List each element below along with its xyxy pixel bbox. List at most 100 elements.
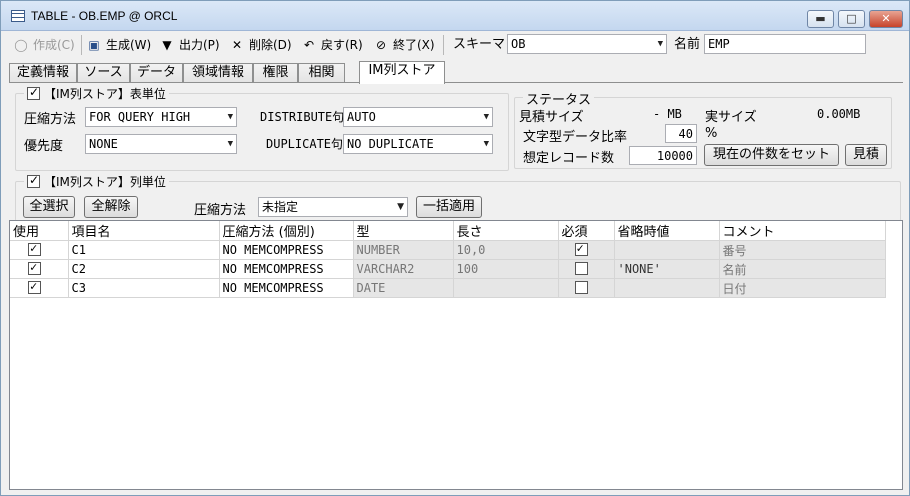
priority-label: 優先度 — [24, 139, 64, 154]
default-cell: 'NONE' — [614, 259, 720, 279]
header-use[interactable]: 使用 — [10, 221, 69, 241]
header-compression[interactable]: 圧縮方法 (個別) — [219, 221, 354, 241]
use-cell[interactable] — [10, 278, 69, 298]
schema-label: スキーマ — [453, 37, 506, 52]
status-group: ステータス 見積サイズ - MB 実サイズ 0.00MB 文字型データ比率 40… — [514, 89, 892, 169]
priority-select[interactable]: NONE ▼ — [85, 134, 237, 154]
column-name-cell[interactable]: C3 — [68, 278, 220, 298]
distribute-select[interactable]: AUTO ▼ — [343, 107, 493, 127]
dropdown-arrow-icon: ▼ — [483, 112, 489, 122]
dropdown-arrow-icon: ▼ — [227, 112, 233, 122]
distribute-label: DISTRIBUTE句 — [260, 110, 345, 124]
delete-button[interactable]: ✕ 削除(D) — [229, 35, 292, 55]
header-type[interactable]: 型 — [353, 221, 454, 241]
required-checkbox — [574, 281, 588, 294]
compression-cell[interactable]: NO MEMCOMPRESS — [219, 240, 354, 260]
table-row[interactable]: C2 NO MEMCOMPRESS VARCHAR2 100 'NONE' 名前 — [10, 259, 886, 279]
select-all-button[interactable]: 全選択 — [23, 196, 75, 218]
char-ratio-label: 文字型データ比率 — [523, 130, 628, 145]
schema-select[interactable]: OB ▼ — [507, 34, 667, 54]
tab-source[interactable]: ソース — [77, 63, 130, 83]
tab-privileges[interactable]: 権限 — [253, 63, 298, 83]
tab-dependencies[interactable]: 相関 — [298, 63, 345, 83]
compression-cell[interactable]: NO MEMCOMPRESS — [219, 259, 354, 279]
table-unit-checkbox[interactable] — [27, 85, 40, 100]
tab-im-column-store[interactable]: IM列ストア — [359, 61, 445, 84]
compression-cell[interactable]: NO MEMCOMPRESS — [219, 278, 354, 298]
table-unit-group: 【IM列ストア】表単位 圧縮方法 FOR QUERY HIGH ▼ DISTRI… — [15, 85, 509, 171]
header-required[interactable]: 必須 — [558, 221, 615, 241]
dropdown-arrow-icon: ▼ — [397, 202, 404, 212]
generate-button[interactable]: ▣ 生成(W) — [86, 35, 151, 55]
exit-button[interactable]: ⊘ 終了(X) — [373, 35, 435, 55]
table-row[interactable]: C1 NO MEMCOMPRESS NUMBER 10,0 番号 — [10, 240, 886, 260]
header-default[interactable]: 省略時値 — [614, 221, 720, 241]
dropdown-arrow-icon: ▼ — [657, 39, 663, 49]
default-cell — [614, 240, 720, 260]
output-button[interactable]: ▼ 出力(P) — [159, 35, 219, 55]
char-ratio-unit: % — [705, 126, 718, 141]
char-ratio-input[interactable]: 40 — [665, 124, 697, 143]
column-unit-group: 【IM列ストア】列単位 全選択 全解除 圧縮方法 未指定 ▼ 一括適用 — [15, 173, 901, 221]
table-icon — [11, 10, 25, 22]
use-checkbox[interactable] — [28, 241, 41, 256]
required-checkbox — [574, 262, 588, 275]
close-button[interactable]: ✕ — [869, 10, 903, 28]
dropdown-arrow-icon: ▼ — [227, 139, 233, 149]
toolbar-separator — [443, 35, 444, 55]
use-checkbox[interactable] — [28, 260, 41, 275]
estimate-size-value: - MB — [653, 107, 682, 121]
actual-size-value: 0.00MB — [817, 107, 861, 121]
duplicate-select[interactable]: NO DUPLICATE ▼ — [343, 134, 493, 154]
name-label: 名前 — [674, 37, 701, 52]
tab-data[interactable]: データ — [130, 63, 183, 83]
im-column-store-panel: 【IM列ストア】表単位 圧縮方法 FOR QUERY HIGH ▼ DISTRI… — [9, 82, 903, 221]
back-button[interactable]: ↶ 戻す(R) — [301, 35, 363, 55]
dropdown-arrow-icon: ▼ — [483, 139, 489, 149]
header-length[interactable]: 長さ — [453, 221, 559, 241]
set-current-count-button[interactable]: 現在の件数をセット — [704, 144, 839, 166]
comment-cell: 番号 — [719, 240, 886, 260]
column-compression-select[interactable]: 未指定 ▼ — [258, 197, 408, 217]
delete-icon: ✕ — [231, 38, 243, 52]
tab-storage[interactable]: 領域情報 — [183, 63, 253, 83]
record-count-input[interactable]: 10000 — [629, 146, 697, 165]
apply-all-button[interactable]: 一括適用 — [416, 196, 482, 218]
use-cell[interactable] — [10, 259, 69, 279]
estimate-button[interactable]: 見積 — [845, 144, 887, 166]
output-icon: ▼ — [162, 38, 172, 52]
column-name-cell[interactable]: C2 — [68, 259, 220, 279]
tab-definition[interactable]: 定義情報 — [9, 63, 77, 83]
comment-cell: 日付 — [719, 278, 886, 298]
deselect-all-button[interactable]: 全解除 — [84, 196, 138, 218]
column-unit-checkbox[interactable] — [27, 173, 40, 188]
type-cell: DATE — [353, 278, 454, 298]
type-cell: NUMBER — [353, 240, 454, 260]
header-comment[interactable]: コメント — [719, 221, 886, 241]
default-cell — [614, 278, 720, 298]
compression-select[interactable]: FOR QUERY HIGH ▼ — [85, 107, 237, 127]
length-cell: 10,0 — [453, 240, 559, 260]
undo-icon: ↶ — [303, 38, 315, 52]
length-cell: 100 — [453, 259, 559, 279]
duplicate-label: DUPLICATE句 — [266, 137, 344, 151]
actual-size-label: 実サイズ — [705, 110, 757, 125]
use-cell[interactable] — [10, 240, 69, 260]
column-unit-legend[interactable]: 【IM列ストア】列単位 — [24, 173, 169, 190]
table-unit-legend[interactable]: 【IM列ストア】表単位 — [24, 85, 169, 102]
estimate-size-label: 見積サイズ — [519, 110, 584, 125]
header-column-name[interactable]: 項目名 — [68, 221, 220, 241]
window-title: TABLE - OB.EMP @ ORCL — [31, 9, 178, 23]
table-editor-window: TABLE - OB.EMP @ ORCL ▬ □ ✕ ◯ 作成(C) ▣ 生成(W… — [0, 0, 910, 496]
use-checkbox[interactable] — [28, 279, 41, 294]
compression-label: 圧縮方法 — [24, 112, 77, 127]
maximize-button[interactable]: □ — [838, 10, 865, 28]
column-name-cell[interactable]: C1 — [68, 240, 220, 260]
record-count-label: 想定レコード数 — [523, 151, 615, 166]
table-row[interactable]: C3 NO MEMCOMPRESS DATE 日付 — [10, 278, 886, 298]
minimize-button[interactable]: ▬ — [807, 10, 834, 28]
grid-header-row: 使用 項目名 圧縮方法 (個別) 型 長さ 必須 省略時値 コメント — [10, 221, 886, 241]
create-button[interactable]: ◯ 作成(C) — [13, 35, 74, 55]
exit-icon: ⊘ — [375, 38, 387, 52]
name-input[interactable]: EMP — [704, 34, 866, 54]
